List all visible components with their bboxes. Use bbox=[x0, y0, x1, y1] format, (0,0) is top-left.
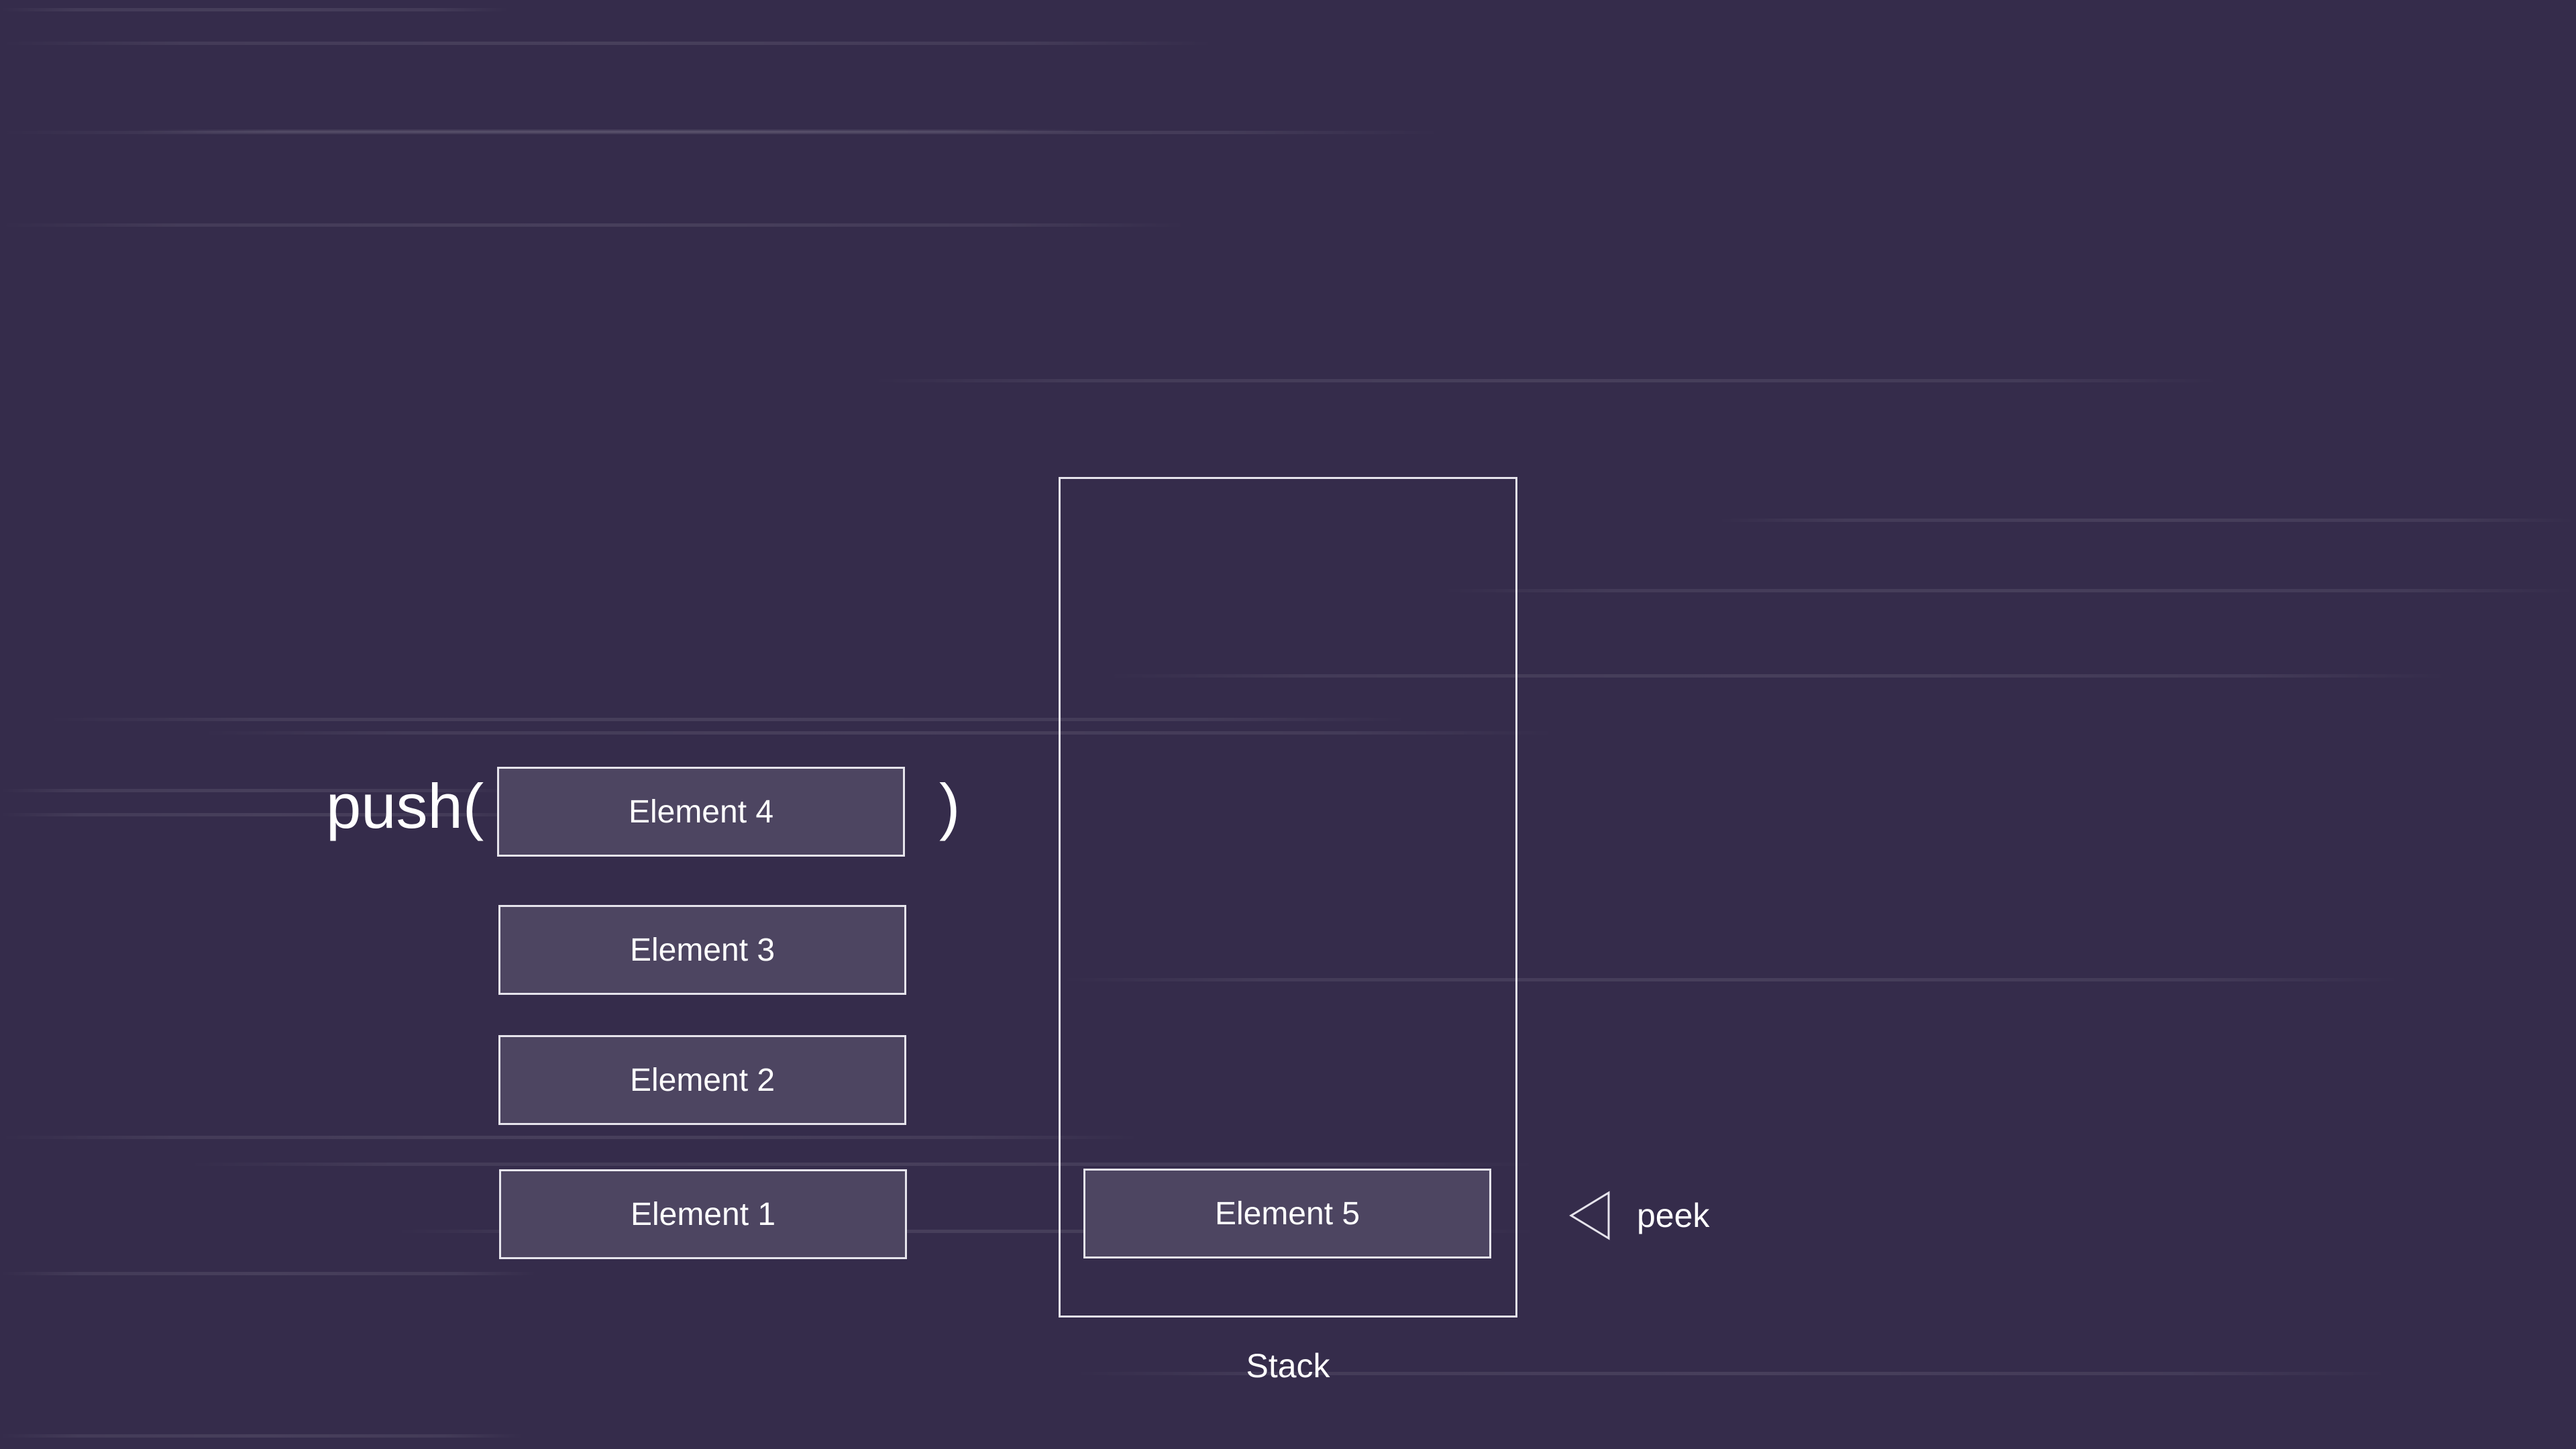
background-streak bbox=[134, 129, 1100, 133]
peek-label: peek bbox=[1637, 1197, 1710, 1234]
background-streak bbox=[0, 42, 1214, 45]
element-label: Element 4 bbox=[628, 794, 774, 830]
background-streak bbox=[0, 8, 510, 11]
background-streak bbox=[0, 1136, 1140, 1139]
element-box-3: Element 3 bbox=[498, 905, 906, 995]
element-label: Element 2 bbox=[629, 1062, 775, 1098]
push-close-paren: ) bbox=[939, 771, 961, 841]
background-streak bbox=[1442, 589, 2576, 592]
element-label: Element 5 bbox=[1214, 1195, 1360, 1232]
stack-label: Stack bbox=[1246, 1347, 1330, 1385]
background-streak bbox=[0, 223, 1187, 227]
element-box-1: Element 1 bbox=[499, 1169, 907, 1259]
background-streak bbox=[1717, 519, 2576, 522]
stack-element-box-5: Element 5 bbox=[1083, 1169, 1491, 1258]
element-box-4: Element 4 bbox=[497, 767, 905, 857]
element-label: Element 1 bbox=[630, 1196, 776, 1232]
element-box-2: Element 2 bbox=[498, 1035, 906, 1125]
push-call-label: push( bbox=[326, 771, 484, 841]
triangle-left-outline-icon bbox=[1569, 1191, 1610, 1240]
background-streak bbox=[872, 379, 2220, 382]
background-streak bbox=[0, 1272, 537, 1275]
background-streak bbox=[0, 1434, 523, 1438]
element-label: Element 3 bbox=[629, 932, 775, 968]
